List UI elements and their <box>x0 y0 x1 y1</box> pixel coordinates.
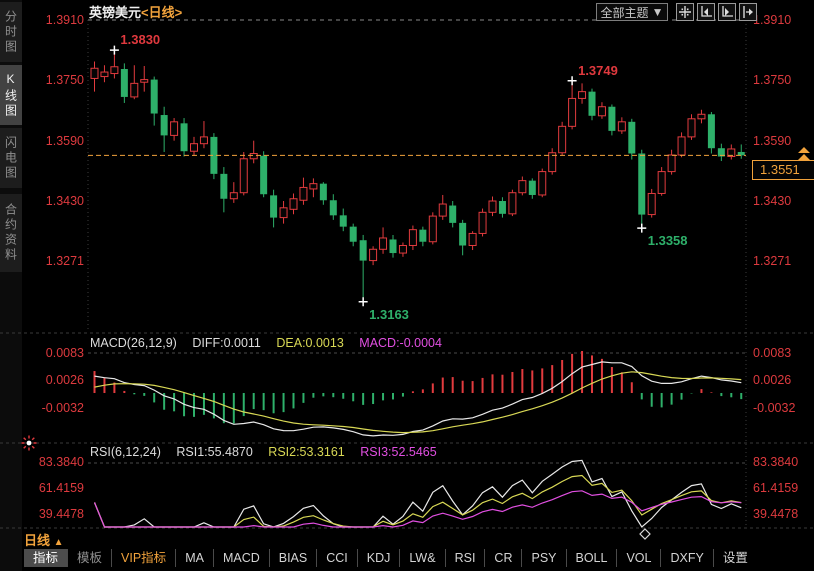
crosshair-icon <box>679 6 691 18</box>
period-tag: <日线> <box>141 5 182 20</box>
price-axis-label: 1.3910 <box>2 13 84 27</box>
low-annotation: 1.3163 <box>369 307 409 322</box>
rsi-axis-label: 83.3840 <box>753 455 798 469</box>
macd-axis-label: 0.0083 <box>2 346 84 360</box>
toolbar-item-RSI[interactable]: RSI <box>445 549 485 567</box>
compress-axes-button[interactable] <box>697 3 715 21</box>
time-axis: 2021/112021/122022/012022/02 <box>0 529 814 547</box>
macd-histogram <box>95 351 742 423</box>
trading-app-window: 分时图K线图闪电图合约资料 英镑美元<日线> 全部主题 ▼ <box>0 0 814 571</box>
chevron-down-icon: ▼ <box>652 5 664 19</box>
price-axis-label: 1.3271 <box>2 254 84 268</box>
macd-diff-value: DIFF:0.0011 <box>192 336 261 350</box>
symbol-name: 英镑美元 <box>89 5 141 20</box>
macd-axis-label: -0.0032 <box>2 401 84 415</box>
toolbar-item-指标[interactable]: 指标 <box>24 549 67 567</box>
macd-axis-label: 0.0026 <box>2 373 84 387</box>
extreme-point-cross-icon <box>568 76 577 85</box>
rsi1-value: RSI1:55.4870 <box>176 445 252 459</box>
extreme-point-cross-icon <box>359 297 368 306</box>
period-selector[interactable]: 日线 ▲ <box>24 530 64 549</box>
rsi-axis-label: 39.4478 <box>753 507 798 521</box>
toolbar-item-PSY[interactable]: PSY <box>521 549 565 567</box>
toolbar-item-模板[interactable]: 模板 <box>67 549 111 567</box>
rsi1-line <box>95 460 742 527</box>
period-label: 日线 <box>24 533 50 548</box>
high-annotation: 1.3830 <box>120 32 160 47</box>
toolbar-item-设置[interactable]: 设置 <box>713 549 757 567</box>
price-axis-label: 1.3430 <box>2 194 84 208</box>
toolbar-item-LW&[interactable]: LW& <box>399 549 444 567</box>
expand-axes-icon <box>721 6 733 18</box>
rsi2-value: RSI2:53.3161 <box>268 445 344 459</box>
rsi-axis-label: 83.3840 <box>2 455 84 469</box>
toolbar-item-MACD[interactable]: MACD <box>213 549 269 567</box>
rsi-panel-header: RSI(6,12,24) RSI1:55.4870 RSI2:53.3161 R… <box>90 445 449 459</box>
expand-axes-button[interactable] <box>718 3 736 21</box>
rsi3-value: RSI3:52.5465 <box>360 445 436 459</box>
toolbar-item-VIP指标[interactable]: VIP指标 <box>111 549 175 567</box>
toolbar-item-CR[interactable]: CR <box>484 549 521 567</box>
macd-hist-value: MACD:-0.0004 <box>359 336 442 350</box>
price-axis-label: 1.3590 <box>2 134 84 148</box>
triangle-up-icon: ▲ <box>54 537 64 548</box>
indicator-settings-icon[interactable] <box>20 434 38 452</box>
price-axis-label: 1.3590 <box>753 134 791 148</box>
rsi2-line <box>95 476 742 528</box>
crosshair-button[interactable] <box>676 3 694 21</box>
rsi3-line <box>95 491 742 527</box>
jump-to-latest-button[interactable] <box>739 3 757 21</box>
rsi-axis-label: 39.4478 <box>2 507 84 521</box>
indicator-toolbar: 指标模板VIP指标MAMACDBIASCCIKDJLW&RSICRPSYBOLL… <box>24 548 757 568</box>
price-axis-label: 1.3750 <box>753 73 791 87</box>
macd-axis-label: 0.0026 <box>753 373 791 387</box>
current-price-box: 1.3551 <box>752 160 814 180</box>
macd-axis-label: 0.0083 <box>753 346 791 360</box>
macd-dea-line <box>95 372 742 433</box>
macd-axis-label: -0.0032 <box>753 401 795 415</box>
rsi-axis-label: 61.4159 <box>753 481 798 495</box>
price-axis-label: 1.3271 <box>753 254 791 268</box>
rsi-title: RSI(6,12,24) <box>90 445 161 459</box>
toolbar-item-BOLL[interactable]: BOLL <box>566 549 617 567</box>
macd-title: MACD(26,12,9) <box>90 336 177 350</box>
candlestick-chart[interactable] <box>0 0 814 571</box>
price-axis-label: 1.3750 <box>2 73 84 87</box>
toolbar-item-MA[interactable]: MA <box>175 549 213 567</box>
price-marker-arrows-icon <box>798 147 810 160</box>
toolbar-item-BIAS[interactable]: BIAS <box>269 549 317 567</box>
high-annotation: 1.3749 <box>578 63 618 78</box>
candles <box>91 50 745 302</box>
theme-selector[interactable]: 全部主题 ▼ <box>596 3 668 21</box>
price-axis-label: 1.3910 <box>753 13 791 27</box>
toolbar-item-VOL[interactable]: VOL <box>616 549 660 567</box>
compress-axes-icon <box>700 6 712 18</box>
price-axis-label: 1.3430 <box>753 194 791 208</box>
extreme-point-cross-icon <box>110 46 119 55</box>
toolbar-item-DXFY[interactable]: DXFY <box>660 549 712 567</box>
chart-control-buttons <box>676 3 757 21</box>
rsi-axis-label: 61.4159 <box>2 481 84 495</box>
macd-panel-header: MACD(26,12,9) DIFF:0.0011 DEA:0.0013 MAC… <box>90 336 454 350</box>
low-annotation: 1.3358 <box>648 233 688 248</box>
theme-selector-label: 全部主题 <box>601 4 649 21</box>
extreme-point-cross-icon <box>637 224 646 233</box>
scroll-position-marker[interactable] <box>638 528 652 540</box>
jump-right-icon <box>742 6 754 18</box>
toolbar-item-CCI[interactable]: CCI <box>316 549 357 567</box>
chart-title: 英镑美元<日线> <box>89 2 182 21</box>
toolbar-item-KDJ[interactable]: KDJ <box>357 549 400 567</box>
macd-dea-value: DEA:0.0013 <box>276 336 343 350</box>
